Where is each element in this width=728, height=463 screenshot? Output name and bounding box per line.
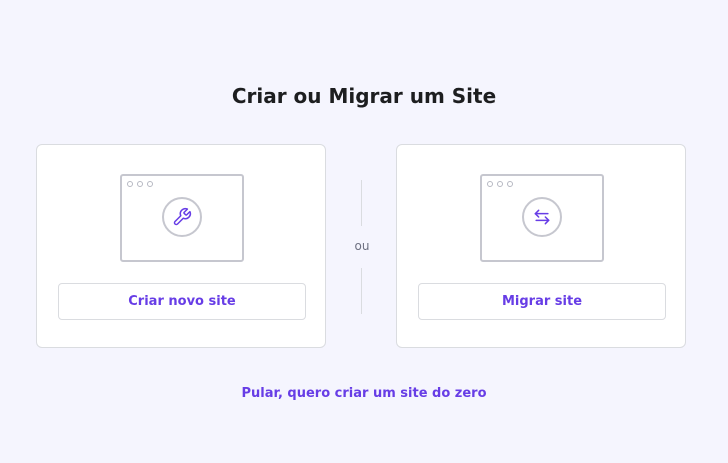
skip-link[interactable]: Pular, quero criar um site do zero — [0, 386, 728, 401]
create-site-card[interactable]: Criar novo site — [36, 144, 326, 348]
divider-line-top — [361, 180, 362, 226]
window-dots — [127, 181, 153, 187]
window-dot — [137, 181, 143, 187]
browser-window-illustration — [120, 174, 244, 262]
arrows-exchange-icon — [534, 209, 550, 225]
window-dot — [487, 181, 493, 187]
window-dot — [147, 181, 153, 187]
migrate-site-button[interactable]: Migrar site — [418, 283, 666, 320]
wrench-icon — [173, 207, 192, 226]
create-new-site-button[interactable]: Criar novo site — [58, 283, 306, 320]
window-dots — [487, 181, 513, 187]
migrate-site-card[interactable]: Migrar site — [396, 144, 686, 348]
icon-circle — [522, 197, 562, 237]
divider-line-bottom — [361, 268, 362, 314]
icon-circle — [162, 197, 202, 237]
window-dot — [127, 181, 133, 187]
or-separator: ou — [354, 239, 370, 253]
window-dot — [507, 181, 513, 187]
page-title: Criar ou Migrar um Site — [231, 84, 497, 108]
browser-window-illustration — [480, 174, 604, 262]
window-dot — [497, 181, 503, 187]
